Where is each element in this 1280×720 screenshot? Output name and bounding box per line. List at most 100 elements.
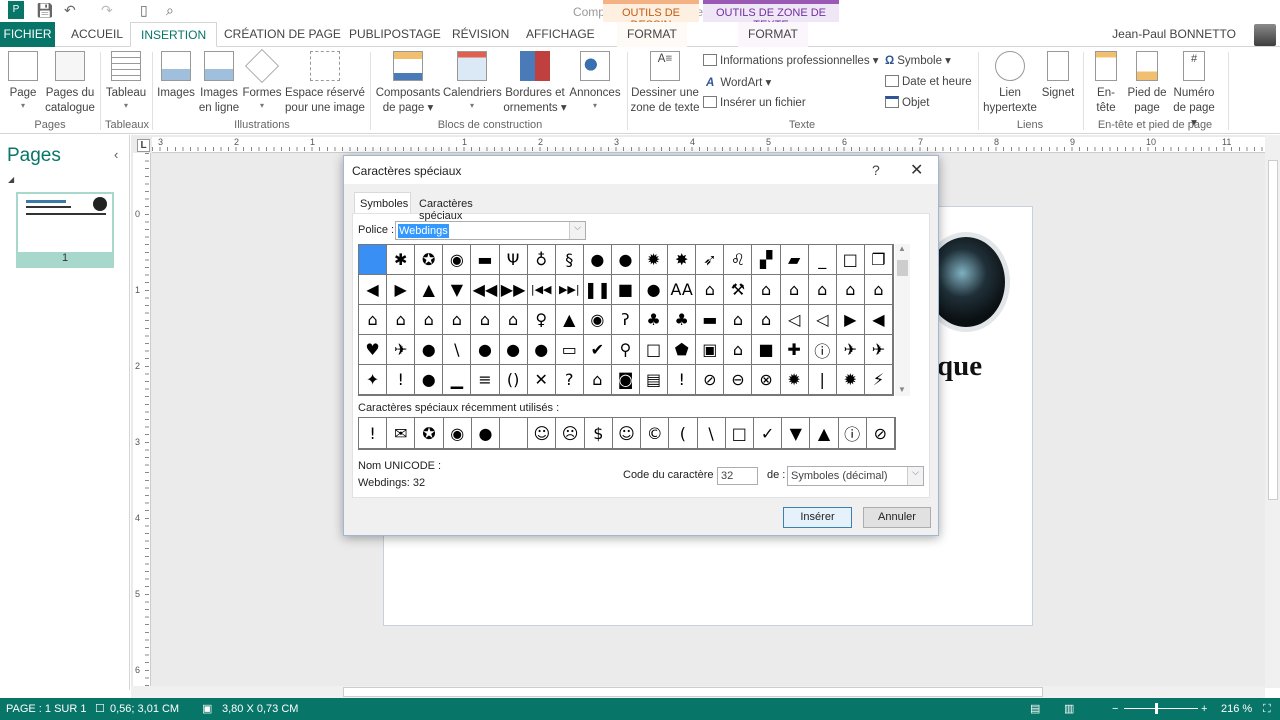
symbol-cell[interactable]: ⚡: [864, 365, 893, 395]
symbol-cell[interactable]: ●: [640, 275, 669, 305]
symbol-cell[interactable]: ♥: [359, 335, 388, 365]
insert-file-button[interactable]: Insérer un fichier: [703, 96, 806, 109]
scroll-down-icon[interactable]: ▼: [898, 385, 906, 394]
symbol-cell[interactable]: §: [555, 245, 584, 275]
symbol-cell[interactable]: ⌂: [752, 275, 781, 305]
symbol-cell[interactable]: ❐: [864, 245, 893, 275]
symbol-cell[interactable]: ⌂: [752, 305, 781, 335]
symbol-cell[interactable]: ◀: [864, 305, 893, 335]
symbol-cell[interactable]: ♌: [724, 245, 753, 275]
symbol-cell[interactable]: ✈: [836, 335, 865, 365]
font-select[interactable]: Webdings ⌵: [395, 221, 586, 240]
recent-symbol-cell[interactable]: ✓: [753, 418, 783, 449]
symbol-cell[interactable]: ▼: [443, 275, 472, 305]
symbol-button[interactable]: Ω Symbole ▾: [885, 53, 951, 67]
avatar[interactable]: [1254, 24, 1276, 46]
recent-symbol-cell[interactable]: □: [725, 418, 754, 449]
symbol-cell[interactable]: _: [808, 245, 837, 275]
recent-symbol-cell[interactable]: !: [359, 418, 388, 449]
symbol-cell[interactable]: Ψ: [499, 245, 528, 275]
symbol-cell[interactable]: ◀◀: [471, 275, 500, 305]
symbol-cell[interactable]: ■: [611, 275, 641, 305]
recent-symbols[interactable]: ! ✉ ✪ ◉ ● ☺ ☹ $ ☺ ©(\ □ ✓ ▼ ▲ ⓘ ⊘: [358, 417, 896, 450]
symbol-cell[interactable]: ●: [527, 335, 556, 365]
help-button[interactable]: ?: [872, 162, 880, 178]
zoom-slider[interactable]: [1124, 708, 1198, 709]
symbol-cell[interactable]: ⌂: [836, 275, 865, 305]
symbol-cell[interactable]: ◁: [780, 305, 809, 335]
symbol-cell[interactable]: ▬: [696, 305, 725, 335]
symbol-cell[interactable]: ◉: [443, 245, 472, 275]
fit-page-icon[interactable]: ⛶: [1263, 698, 1271, 720]
symbol-cell[interactable]: ▲: [415, 275, 444, 305]
symbol-cell[interactable]: \: [443, 335, 472, 365]
page-thumbnail-number[interactable]: 1: [16, 252, 114, 268]
symbol-cell[interactable]: |◀◀: [527, 275, 556, 305]
symbol-cell[interactable]: ✪: [415, 245, 444, 275]
recent-symbol-cell[interactable]: ▼: [782, 418, 811, 449]
symbol-cell[interactable]: ⌂: [864, 275, 893, 305]
symbol-cell[interactable]: ▶▶: [499, 275, 528, 305]
recent-symbol-cell[interactable]: ☺: [528, 418, 557, 449]
insert-button[interactable]: Insérer: [783, 507, 852, 528]
tab-affichage[interactable]: AFFICHAGE: [516, 22, 605, 47]
symbol-cell[interactable]: ⌂: [724, 305, 753, 335]
symbol-cell[interactable]: ❚❚: [583, 275, 612, 305]
shapes-button[interactable]: Formes ▾: [242, 49, 282, 111]
calendars-button[interactable]: Calendriers ▾: [443, 51, 502, 111]
symbol-cell[interactable]: ⌂: [387, 305, 416, 335]
ads-button[interactable]: Annonces ▾: [569, 51, 621, 111]
symbol-cell[interactable]: ⌂: [359, 305, 388, 335]
symbol-cell[interactable]: ⊖: [724, 365, 753, 395]
tab-format-textbox[interactable]: FORMAT: [738, 22, 808, 47]
scroll-up-icon[interactable]: ▲: [898, 244, 906, 253]
symbol-cell[interactable]: ✹: [640, 245, 669, 275]
symbol-cell[interactable]: ʔ: [611, 305, 641, 335]
symbol-cell[interactable]: ⊘: [696, 365, 725, 395]
symbol-cell[interactable]: ◉: [583, 305, 612, 335]
vertical-ruler[interactable]: [133, 153, 151, 686]
object-button[interactable]: Objet: [885, 96, 930, 109]
recent-symbol-cell[interactable]: ☹: [556, 418, 585, 449]
symbol-cell[interactable]: ▶▶|: [555, 275, 584, 305]
symbol-cell[interactable]: ▭: [555, 335, 584, 365]
zoom-level[interactable]: 216 %: [1221, 698, 1252, 720]
symbol-cell[interactable]: ⌂: [415, 305, 444, 335]
tab-insertion[interactable]: INSERTION: [130, 22, 218, 47]
close-icon[interactable]: ✕: [910, 160, 923, 180]
tab-creation-de-page[interactable]: CRÉATION DE PAGE: [214, 22, 351, 47]
from-select[interactable]: Symboles (décimal) ⌵: [787, 466, 924, 486]
horizontal-ruler[interactable]: [152, 137, 1265, 153]
symbol-cell[interactable]: ●: [611, 245, 641, 275]
symbol-cell[interactable]: ✹: [836, 365, 865, 395]
symbol-cell[interactable]: ▞: [752, 245, 781, 275]
tab-publipostage[interactable]: PUBLIPOSTAGE: [339, 22, 451, 47]
symbol-cell[interactable]: ✚: [780, 335, 809, 365]
symbol-cell[interactable]: !: [387, 365, 416, 395]
symbol-cell[interactable]: ✈: [864, 335, 893, 365]
symbol-cell[interactable]: ⚲: [611, 335, 641, 365]
zoom-in-button[interactable]: +: [1201, 698, 1207, 720]
symbol-cell[interactable]: [359, 245, 388, 275]
symbol-cell[interactable]: ●: [499, 335, 528, 365]
symbol-cell[interactable]: ≡: [471, 365, 500, 395]
page-title-text[interactable]: que: [937, 350, 982, 383]
collapse-pane-icon[interactable]: ‹: [114, 147, 118, 162]
recent-symbol-cell[interactable]: \: [697, 418, 726, 449]
symbol-cell[interactable]: ▤: [640, 365, 669, 395]
expand-triangle-icon[interactable]: ◢: [8, 175, 14, 184]
symbol-cell[interactable]: ⌂: [583, 365, 612, 395]
symbol-cell[interactable]: ♁: [527, 245, 556, 275]
symbol-grid[interactable]: ✱ ✪ ◉ ▬ Ψ ♁ § ● ● ✹ ✸ ➶ ♌ ▞ ▰ _ □ ❐ ◀ ▶ ▲ ▼ ◀◀ ▶▶ |◀◀ ▶▶| ❚❚ ■ ● AA ⌂ ⚒…: [358, 244, 894, 396]
page-indicator[interactable]: PAGE : 1 SUR 1: [6, 698, 87, 720]
symbol-cell[interactable]: ▶: [836, 305, 865, 335]
vertical-scroll-thumb[interactable]: [1268, 160, 1278, 500]
tab-revision[interactable]: RÉVISION: [442, 22, 519, 47]
catalog-pages-button[interactable]: Pages du catalogue: [44, 51, 96, 116]
symbol-cell[interactable]: ⓘ: [808, 335, 837, 365]
symbol-cell[interactable]: □: [640, 335, 669, 365]
symbol-cell[interactable]: ✱: [387, 245, 416, 275]
symbol-cell[interactable]: ⌂: [808, 275, 837, 305]
header-button[interactable]: En-tête: [1092, 51, 1120, 116]
symbol-cell[interactable]: ⊗: [752, 365, 781, 395]
